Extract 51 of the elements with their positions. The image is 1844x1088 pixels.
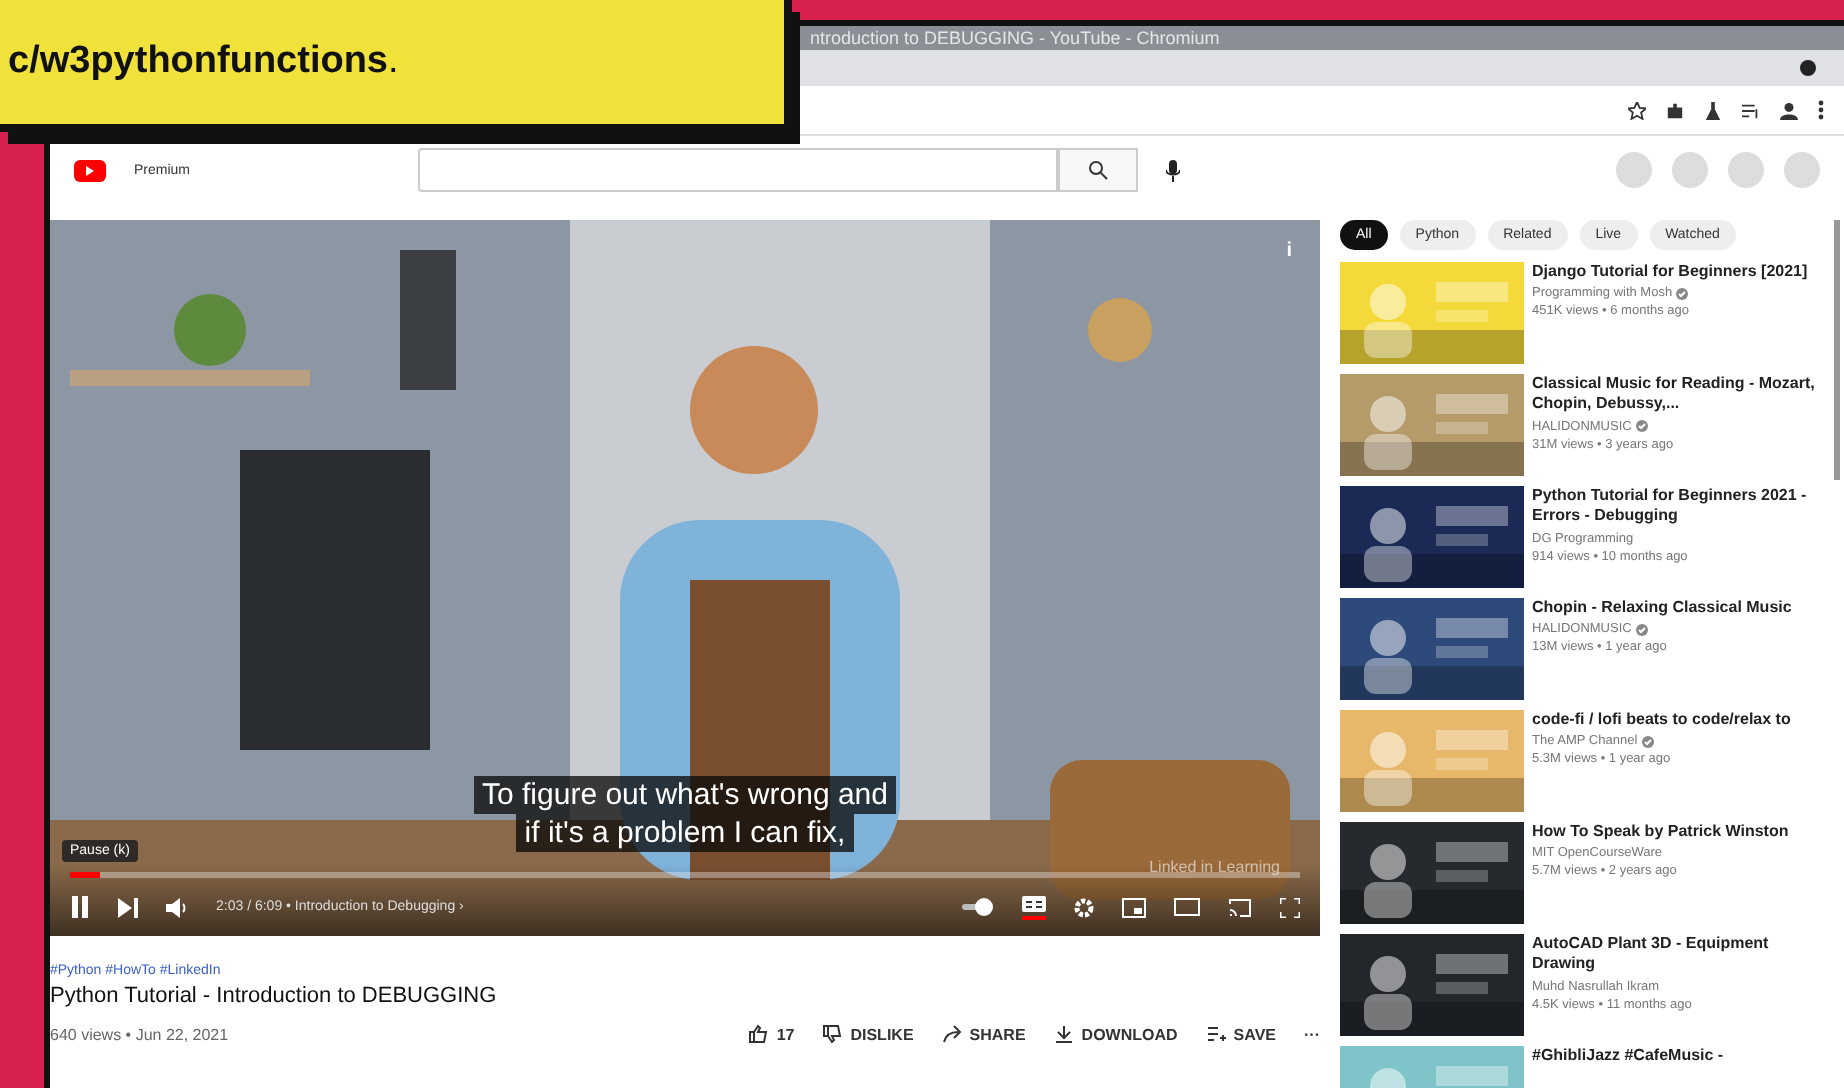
callout-text: c/w3pythonfunctions. [8,40,399,84]
recommendation-title[interactable]: How To Speak by Patrick Winston [1532,822,1789,843]
pause-icon[interactable] [70,896,90,918]
thumbs-down-icon [822,1024,843,1044]
star-icon[interactable] [1628,101,1646,119]
recommendation-title[interactable]: Django Tutorial for Beginners [2021] [1532,262,1808,283]
watermark-text: Linked in Learning [1149,858,1280,876]
recommendation-title[interactable]: Classical Music for Reading - Mozart, Chopin, Debussy,... [1532,374,1824,416]
puzzle-icon[interactable] [1666,101,1684,119]
verified-icon [1635,623,1648,636]
settings-icon[interactable] [1074,897,1094,917]
search-icon [1088,160,1109,180]
autoplay-toggle-icon[interactable] [962,898,994,916]
microphone-icon[interactable] [1166,159,1181,181]
fullscreen-icon[interactable] [1280,897,1300,917]
playlist-add-icon [1205,1024,1226,1044]
profile-icon[interactable] [1800,60,1816,76]
save-button[interactable]: SAVE [1205,1024,1276,1044]
share-arrow-icon [941,1024,962,1044]
flask-icon[interactable] [1704,101,1722,119]
search-field[interactable] [418,148,1059,192]
window-title: ntroduction to DEBUGGING - YouTube - Chromium [810,28,1220,48]
subtitles-icon[interactable] [1022,895,1046,919]
search-button[interactable] [1058,148,1139,192]
thumbs-up-icon [748,1024,769,1044]
verified-icon [1676,287,1689,300]
playlist-icon[interactable] [1742,101,1760,119]
recommendation-title[interactable]: AutoCAD Plant 3D - Equipment Drawing [1532,934,1824,976]
cast-icon[interactable] [1228,897,1252,917]
miniplayer-icon[interactable] [1122,897,1146,917]
recommendation-title[interactable]: Chopin - Relaxing Classical Music [1532,598,1792,619]
like-button[interactable]: 17 [748,1024,795,1044]
scrollbar[interactable] [1834,220,1840,480]
menu-icon[interactable] [1818,100,1824,120]
dislike-button[interactable]: DISLIKE [822,1024,914,1044]
recommendation-title[interactable]: code-fi / lofi beats to code/relax to [1532,710,1791,731]
theater-mode-icon[interactable] [1174,898,1200,916]
more-button[interactable]: ··· [1304,1025,1320,1043]
video-title: Python Tutorial - Introduction to DEBUGGING [50,984,499,1008]
volume-icon[interactable] [166,897,188,917]
verified-icon [1635,420,1648,433]
recommendation-title[interactable]: Python Tutorial for Beginners 2021 - Errors - Debugging [1532,486,1824,528]
download-icon [1053,1024,1074,1044]
share-button[interactable]: SHARE [941,1024,1026,1044]
next-icon[interactable] [118,897,138,917]
verified-icon [1641,735,1654,748]
person-icon[interactable] [1780,101,1798,119]
recommendation-title[interactable]: #GhibliJazz #CafeMusic - [1532,1046,1724,1067]
play-logo-icon[interactable] [74,159,106,181]
video-meta: 640 views • Jun 22, 2021 [50,1025,229,1043]
download-button[interactable]: DOWNLOAD [1053,1024,1178,1044]
